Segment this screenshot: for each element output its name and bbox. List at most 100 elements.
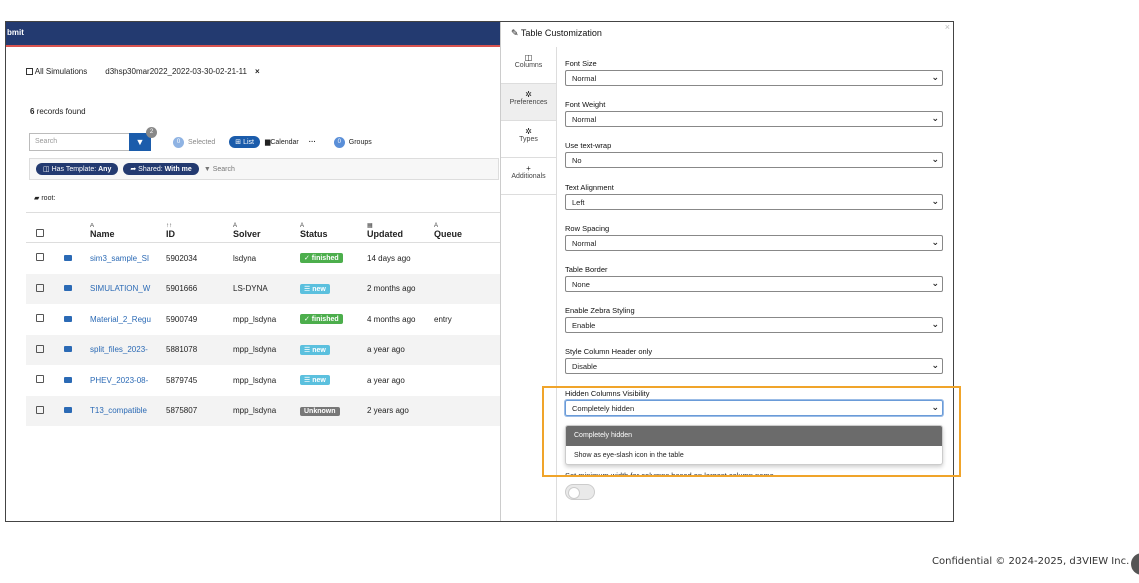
tab-all-simulations[interactable]: All Simulations (26, 67, 87, 76)
row-folder-cell (64, 254, 90, 263)
row-checkbox[interactable] (36, 314, 44, 323)
row-checkbox-cell (26, 375, 64, 385)
table-header: A Name ↑↑ ID A Solver A Status ▦ Updated A Que… (26, 213, 501, 243)
chevron-down-icon: ⌄ (931, 236, 939, 247)
table-row[interactable]: PHEV_2023-08- 5879745 mpp_lsdyna ☰ new a… (26, 365, 501, 396)
close-icon[interactable]: × (945, 22, 950, 32)
folder-icon (64, 285, 72, 292)
table-row[interactable]: T13_compatible 5875807 mpp_lsdyna Unknow… (26, 395, 501, 426)
row-status-cell: ☰ new (300, 283, 367, 294)
sidebar-item-types[interactable]: ✲ Types (501, 121, 556, 158)
records-count: 6 records found (30, 107, 86, 116)
min-width-toggle[interactable] (565, 484, 595, 500)
table-row[interactable]: SIMULATION_W 5901666 LS-DYNA ☰ new 2 mon… (26, 273, 501, 304)
table-row[interactable]: split_files_2023- 5881078 mpp_lsdyna ☰ n… (26, 334, 501, 365)
template-filter-chip[interactable]: ◫ Has Template: Any (36, 163, 119, 175)
row-spacing-select[interactable]: Normal ⌄ (565, 234, 943, 251)
row-id: 5881078 (166, 345, 198, 355)
row-name-link[interactable]: split_files_2023- (90, 345, 166, 354)
row-folder-cell (64, 376, 90, 385)
option-label: Enable Zebra Styling (565, 306, 635, 316)
row-checkbox[interactable] (36, 405, 44, 414)
row-checkbox[interactable] (36, 283, 44, 292)
dropdown-option[interactable]: Completely hidden (566, 426, 942, 446)
header-solver[interactable]: A Solver (233, 223, 300, 239)
footer-text: Confidential © 2024-2025, d3VIEW Inc. (932, 556, 1130, 567)
row-folder-cell (64, 345, 90, 354)
row-name-link[interactable]: PHEV_2023-08- (90, 376, 166, 385)
chip-search[interactable]: ▼ Search (204, 166, 235, 173)
app-window: bmit All Simulations d3hsp30mar2022_2022… (5, 21, 954, 522)
header-queue[interactable]: A Queue (434, 223, 494, 239)
shared-chip-prefix: Shared: (138, 166, 165, 173)
header-updated-label: Updated (367, 229, 403, 239)
groups-button[interactable]: 0 Groups (333, 136, 372, 148)
option-label: Text Alignment (565, 182, 614, 192)
chevron-down-icon: ⌄ (931, 72, 939, 82)
select-all-checkbox[interactable] (36, 229, 44, 237)
search-input[interactable]: Search (29, 133, 129, 151)
row-name-link[interactable]: T13_compatible (90, 406, 166, 415)
row-updated: 4 months ago (367, 314, 416, 324)
status-badge: ☰ new (300, 375, 330, 386)
shared-filter-chip[interactable]: ➦ Shared: With me (123, 163, 199, 175)
folder-icon (64, 376, 72, 383)
hidden-columns-select[interactable]: Completely hidden ⌄ (565, 399, 943, 416)
row-solver: mpp_lsdyna (233, 314, 277, 324)
filter-icon: ▼ (135, 137, 145, 147)
dropdown-option[interactable]: Show as eye-slash icon in the table (566, 446, 942, 464)
option-font-weight: Font Weight Normal ⌄ (565, 100, 943, 141)
text-alignment-select[interactable]: Left ⌄ (565, 193, 943, 210)
text-wrap-select[interactable]: No ⌄ (565, 152, 943, 169)
status-badge: Unknown (300, 406, 340, 416)
header-name[interactable]: A Name (90, 223, 166, 239)
sidebar-label: Columns (514, 62, 543, 69)
font-weight-select[interactable]: Normal ⌄ (565, 111, 943, 128)
top-bar: bmit (6, 22, 501, 47)
sidebar-item-preferences[interactable]: ✲ Preferences (501, 84, 556, 121)
template-chip-value: Any (98, 166, 112, 173)
row-name-link[interactable]: SIMULATION_W (90, 284, 166, 293)
select-value: No (572, 156, 582, 166)
table-row[interactable]: sim3_sample_SI 5902034 lsdyna ✓ finished… (26, 243, 501, 274)
select-value: Enable (572, 321, 596, 331)
selected-toggle[interactable]: 0 Selected (173, 136, 215, 148)
tab-active-simulation[interactable]: d3hsp30mar2022_2022-03-30-02-21-11 (105, 67, 247, 76)
template-chip-prefix: Has Template: (51, 166, 99, 173)
sidebar-item-columns[interactable]: ◫ Columns (501, 47, 556, 84)
more-options-button[interactable]: ··· (309, 139, 316, 146)
row-checkbox[interactable] (36, 253, 44, 262)
app-title: bmit (7, 28, 24, 37)
zebra-styling-select[interactable]: Enable ⌄ (565, 317, 943, 334)
header-solver-label: Solver (233, 229, 261, 239)
list-view-button[interactable]: ⊞ List (229, 136, 260, 148)
status-badge: ☰ new (300, 344, 330, 355)
close-tab-icon[interactable]: × (255, 67, 260, 76)
option-label: Use text-wrap (565, 141, 612, 151)
row-name-link[interactable]: sim3_sample_SI (90, 254, 166, 263)
selected-count: 0 (173, 136, 184, 148)
sidebar-item-additionals[interactable]: + Additionals (501, 158, 556, 195)
row-checkbox[interactable] (36, 344, 44, 353)
calendar-view-button[interactable]: ▆Calendar (265, 138, 299, 146)
option-style-header: Style Column Header only Disable ⌄ (565, 347, 943, 388)
select-all-cell (26, 229, 64, 239)
option-hidden-columns: Hidden Columns Visibility Completely hidd… (565, 389, 943, 430)
option-label: Font Size (565, 59, 597, 68)
style-header-select[interactable]: Disable ⌄ (565, 358, 943, 375)
font-size-select[interactable]: Normal ⌄ (565, 70, 943, 86)
table-border-select[interactable]: None ⌄ (565, 275, 943, 292)
table-row[interactable]: Material_2_Regu 5900749 mpp_lsdyna ✓ fin… (26, 304, 501, 335)
funnel-icon: ▼ (203, 165, 211, 173)
row-name-link[interactable]: Material_2_Regu (90, 315, 166, 324)
row-id: 5901666 (166, 284, 198, 294)
header-id[interactable]: ↑↑ ID (166, 223, 233, 239)
folder-icon: ▰ (34, 195, 40, 202)
help-button[interactable] (1131, 553, 1139, 575)
header-updated[interactable]: ▦ Updated (367, 222, 434, 239)
breadcrumb[interactable]: ▰ root: (34, 194, 55, 202)
select-value: Normal (572, 74, 597, 83)
filter-button[interactable]: ▼ 2 (129, 127, 157, 151)
header-status[interactable]: A Status (300, 223, 367, 239)
row-checkbox[interactable] (36, 375, 44, 384)
